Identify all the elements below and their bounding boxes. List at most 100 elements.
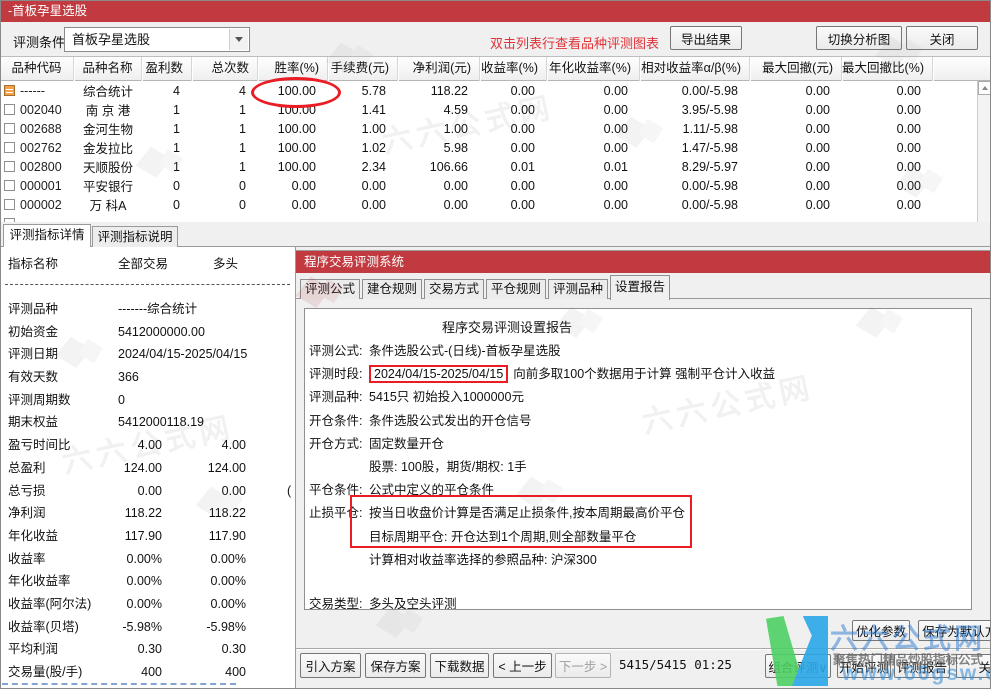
dialog-close-button[interactable]: 关闭 xyxy=(956,654,991,678)
evaluation-dialog: 程序交易评测系统 评测公式 建仓规则 交易方式 平仓规则 评测品种 设置报告 程… xyxy=(295,250,991,689)
metric-value-all: 117.90 xyxy=(76,525,162,548)
footer-divider xyxy=(296,648,990,649)
metric-row: 年化收益率 0.00% 0.00% xyxy=(0,570,295,593)
tab-metrics-description[interactable]: 评测指标说明 xyxy=(92,226,178,247)
col-header-annual-yield[interactable]: 年化收益率(%) xyxy=(547,57,640,81)
export-results-button[interactable]: 导出结果 xyxy=(670,26,742,50)
metrics-panel: 指标名称 全部交易 多头 评测品种 -------综合统计 初始资金 54120… xyxy=(0,247,296,689)
dialog-tab[interactable]: 平仓规则 xyxy=(486,279,546,299)
switch-analysis-chart-button[interactable]: 切换分析图 xyxy=(816,26,902,50)
cell-max-drawdown-pct: 0.00 xyxy=(842,179,933,193)
col-header-alpha-beta[interactable]: 相对收益率α/β(%) xyxy=(640,57,750,81)
table-row[interactable]: 002800 天顺股份 1 1 100.00 2.34 106.66 0.01 … xyxy=(0,157,991,176)
dialog-tab[interactable]: 设置报告 xyxy=(610,275,670,300)
metric-row: 收益率(阿尔法) 0.00% 0.00% xyxy=(0,593,295,616)
cell-fee: 0.00 xyxy=(328,179,398,193)
stock-code: 000001 xyxy=(20,179,62,193)
metric-label: 平均利润 xyxy=(8,638,58,661)
stock-checkbox-icon[interactable] xyxy=(4,85,15,96)
report-line-label: 评测公式: xyxy=(309,340,369,363)
cell-netprofit: 0.00 xyxy=(398,179,480,193)
cell-wins: 0 xyxy=(142,198,192,212)
import-plan-button[interactable]: 引入方案 xyxy=(300,653,361,678)
scroll-up-icon[interactable] xyxy=(978,81,991,95)
report-line-text: 公式中定义的平仓条件 xyxy=(369,483,494,497)
cell-netprofit: 118.22 xyxy=(398,84,480,98)
stock-code: 002762 xyxy=(20,141,62,155)
download-data-button[interactable]: 下载数据 xyxy=(430,653,489,678)
col-header-yield[interactable]: 收益率(%) xyxy=(480,57,547,81)
prev-step-button[interactable]: < 上一步 xyxy=(493,653,552,678)
table-body: ------ 综合统计 4 4 100.00 5.78 118.22 0.00 … xyxy=(0,81,991,214)
cell-yield: 0.00 xyxy=(480,179,547,193)
col-header-winrate[interactable]: 胜率(%) xyxy=(258,57,328,81)
cell-fee: 2.34 xyxy=(328,160,398,174)
stock-checkbox-icon[interactable] xyxy=(4,123,15,134)
save-as-default-button[interactable]: 保存为默认方案 xyxy=(918,620,991,641)
start-eval-button[interactable]: 开始评测 xyxy=(837,654,891,678)
table-row[interactable]: 000002 万 科A 0 0 0.00 0.00 0.00 0.00 0.00… xyxy=(0,195,991,214)
metric-label: 评测日期 xyxy=(8,343,58,366)
cell-winrate: 0.00 xyxy=(258,179,328,193)
cell-alpha-beta: 0.00/-5.98 xyxy=(640,198,750,212)
col-header-max-drawdown-pct[interactable]: 最大回撤比(%) xyxy=(842,57,933,81)
col-header-max-drawdown[interactable]: 最大回撤(元) xyxy=(750,57,842,81)
metric-row: 交易量(股/手) 400 400 xyxy=(0,661,295,684)
eval-report-button[interactable]: 评测报告 xyxy=(894,654,950,678)
chevron-down-icon[interactable] xyxy=(229,29,248,50)
col-header-fee[interactable]: 手续费(元) xyxy=(328,57,398,81)
report-line-label: 交易类型: xyxy=(309,593,369,610)
cell-code: 000001 xyxy=(0,179,74,193)
cell-alpha-beta: 0.00/-5.98 xyxy=(640,84,750,98)
cell-max-drawdown-pct: 0.00 xyxy=(842,198,933,212)
metric-row: 收益率(贝塔) -5.98% -5.98% xyxy=(0,616,295,639)
col-header-total[interactable]: 总次数 xyxy=(192,57,258,81)
dialog-tab[interactable]: 评测公式 xyxy=(300,279,360,299)
metric-row: 有效天数 366 xyxy=(0,366,295,389)
save-plan-button[interactable]: 保存方案 xyxy=(365,653,426,678)
cell-annual-yield: 0.00 xyxy=(547,141,640,155)
optimize-params-button[interactable]: 优化参数 xyxy=(852,620,910,641)
cell-max-drawdown: 0.00 xyxy=(750,141,842,155)
table-row[interactable]: 002688 金河生物 1 1 100.00 1.00 1.00 0.00 0.… xyxy=(0,119,991,138)
close-button[interactable]: 关闭 xyxy=(906,26,978,50)
metric-label: 初始资金 xyxy=(8,321,58,344)
condition-label: 评测条件: xyxy=(13,32,69,51)
metric-value-long: 117.90 xyxy=(168,525,246,548)
stock-checkbox-icon[interactable] xyxy=(4,104,15,115)
table-row[interactable]: 002762 金发拉比 1 1 100.00 1.02 5.98 0.00 0.… xyxy=(0,138,991,157)
dialog-tab[interactable]: 交易方式 xyxy=(424,279,484,299)
stock-checkbox-icon[interactable] xyxy=(4,199,15,210)
col-header-code[interactable]: 品种代码 xyxy=(0,57,74,81)
dialog-tab[interactable]: 建仓规则 xyxy=(362,279,422,299)
cell-wins: 1 xyxy=(142,122,192,136)
tab-metrics-detail[interactable]: 评测指标详情 xyxy=(3,224,91,247)
stock-checkbox-icon[interactable] xyxy=(4,142,15,153)
next-step-button[interactable]: 下一步 > xyxy=(555,653,611,678)
col-header-netprofit[interactable]: 净利润(元) xyxy=(398,57,480,81)
stock-checkbox-icon[interactable] xyxy=(4,161,15,172)
metric-row: 评测日期 2024/04/15-2025/04/15 xyxy=(0,343,295,366)
cell-alpha-beta: 3.95/-5.98 xyxy=(640,103,750,117)
cell-winrate: 100.00 xyxy=(258,122,328,136)
stock-checkbox-icon[interactable] xyxy=(4,180,15,191)
col-header-name[interactable]: 品种名称 xyxy=(74,57,142,81)
cell-alpha-beta: 1.11/-5.98 xyxy=(640,122,750,136)
condition-combobox[interactable]: 首板孕星选股 xyxy=(64,27,250,52)
table-row[interactable]: 002040 南 京 港 1 1 100.00 1.41 4.59 0.00 0… xyxy=(0,100,991,119)
combo-eval-button[interactable]: 组合评测∨ xyxy=(765,654,831,678)
metric-value-all: 0.30 xyxy=(76,638,162,661)
cell-netprofit: 4.59 xyxy=(398,103,480,117)
cell-netprofit: 1.00 xyxy=(398,122,480,136)
focus-dashed-line xyxy=(2,683,236,685)
table-scrollbar[interactable] xyxy=(977,81,991,222)
cell-code: 002040 xyxy=(0,103,74,117)
metric-value-long: 0.30 xyxy=(168,638,246,661)
col-header-wins[interactable]: 盈利数 xyxy=(142,57,192,81)
table-row[interactable]: 000001 平安银行 0 0 0.00 0.00 0.00 0.00 0.00… xyxy=(0,176,991,195)
metric-label: 总盈利 xyxy=(8,457,46,480)
cell-max-drawdown: 0.00 xyxy=(750,198,842,212)
stock-code: 002800 xyxy=(20,160,62,174)
dialog-tab[interactable]: 评测品种 xyxy=(548,279,608,299)
table-row[interactable]: ------ 综合统计 4 4 100.00 5.78 118.22 0.00 … xyxy=(0,81,991,100)
